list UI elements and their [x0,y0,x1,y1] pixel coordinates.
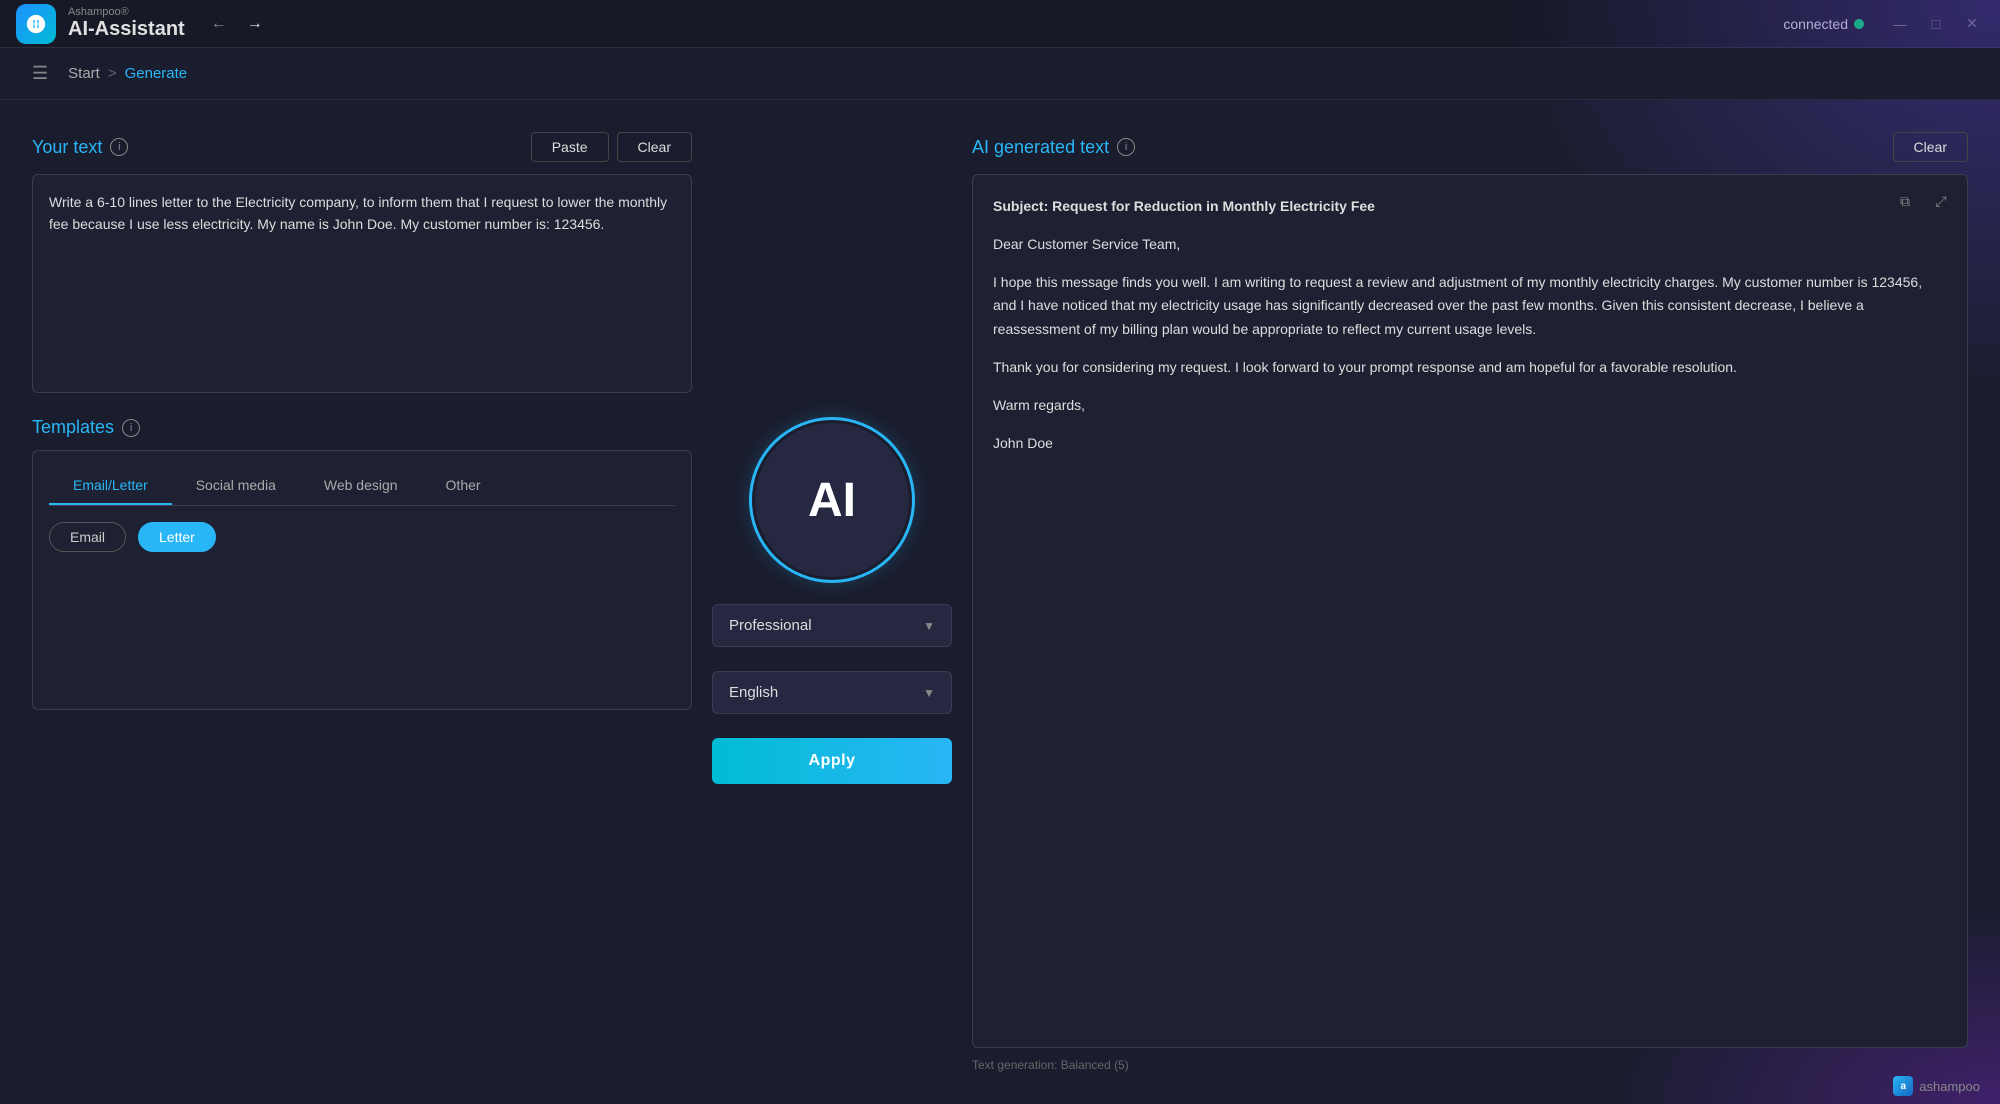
app-title: AI-Assistant [68,18,185,41]
templates-header: Templates i [32,417,692,438]
templates-title: Templates i [32,417,140,438]
ai-name: John Doe [993,432,1947,456]
connected-badge: connected [1783,16,1864,32]
language-dropdown-arrow: ▼ [923,686,935,700]
your-text-wrapper [32,174,692,393]
app-brand: Ashampoo® [68,6,185,18]
language-label: English [729,684,778,701]
title-bar: Ashampoo® AI-Assistant ← → connected — □… [0,0,2000,48]
templates-section: Templates i Email/Letter Social media We… [32,417,692,710]
right-panel: AI generated text i Clear ⧉ ⤢ Subject: R… [972,132,1968,1072]
ai-generated-title: AI generated text i [972,137,1135,158]
template-tabs: Email/Letter Social media Web design Oth… [49,467,675,506]
chip-email[interactable]: Email [49,522,126,552]
your-text-title: Your text i [32,137,128,158]
breadcrumb-current: Generate [125,65,188,82]
connected-dot [1854,19,1864,29]
style-label: Professional [729,617,812,634]
tab-web-design[interactable]: Web design [300,467,422,505]
hamburger-menu[interactable]: ☰ [32,63,48,84]
paste-button[interactable]: Paste [531,132,609,162]
ai-body1: I hope this message finds you well. I am… [993,271,1947,342]
your-text-section: Your text i Paste Clear [32,132,692,393]
ai-circle-label: AI [808,473,856,528]
app-title-block: Ashampoo® AI-Assistant [68,6,185,41]
style-dropdown[interactable]: Professional ▼ [712,604,952,647]
ai-body2: Thank you for considering my request. I … [993,356,1947,380]
breadcrumb-start[interactable]: Start [68,65,100,82]
ai-circle: AI [752,420,912,580]
ai-text-box: ⧉ ⤢ Subject: Request for Reduction in Mo… [972,174,1968,1048]
ai-closing: Warm regards, [993,394,1947,418]
text-gen-footer: Text generation: Balanced (5) [972,1058,1968,1072]
title-bar-left: Ashampoo® AI-Assistant ← → [16,4,269,44]
your-text-info-icon[interactable]: i [110,138,128,156]
minimize-button[interactable]: — [1888,12,1912,36]
breadcrumb-separator: > [108,65,117,82]
nav-arrows: ← → [205,13,269,35]
your-text-clear-button[interactable]: Clear [617,132,692,162]
ai-text-content: Subject: Request for Reduction in Monthl… [993,195,1947,455]
chip-letter[interactable]: Letter [138,522,216,552]
main-content: Your text i Paste Clear Templates i [0,100,2000,1104]
forward-arrow[interactable]: → [241,13,269,35]
back-arrow[interactable]: ← [205,13,233,35]
your-text-header: Your text i Paste Clear [32,132,692,162]
ai-generated-info-icon[interactable]: i [1117,138,1135,156]
ai-text-icons: ⧉ ⤢ [1891,187,1955,215]
left-panel: Your text i Paste Clear Templates i [32,132,692,1072]
connected-label: connected [1783,16,1848,32]
expand-icon[interactable]: ⤢ [1927,187,1955,215]
language-dropdown[interactable]: English ▼ [712,671,952,714]
your-text-input[interactable] [49,191,675,371]
tab-email-letter[interactable]: Email/Letter [49,467,172,505]
copy-icon[interactable]: ⧉ [1891,187,1919,215]
template-chips: Email Letter [49,522,675,552]
window-controls: — □ ✕ [1888,12,1984,36]
tab-other[interactable]: Other [422,467,505,505]
ai-subject: Subject: Request for Reduction in Monthl… [993,198,1375,214]
app-logo [16,4,56,44]
middle-panel: AI Professional ▼ English ▼ Apply [692,132,972,1072]
tab-social-media[interactable]: Social media [172,467,300,505]
ai-generated-header: AI generated text i Clear [972,132,1968,162]
close-button[interactable]: ✕ [1960,12,1984,36]
maximize-button[interactable]: □ [1924,12,1948,36]
style-dropdown-arrow: ▼ [923,619,935,633]
your-text-actions: Paste Clear [531,132,692,162]
title-bar-right: connected — □ ✕ [1783,12,1984,36]
apply-button[interactable]: Apply [712,738,952,784]
template-box: Email/Letter Social media Web design Oth… [32,450,692,710]
ai-clear-button[interactable]: Clear [1893,132,1968,162]
breadcrumb-bar: ☰ Start > Generate [0,48,2000,100]
templates-info-icon[interactable]: i [122,419,140,437]
ai-greeting: Dear Customer Service Team, [993,233,1947,257]
